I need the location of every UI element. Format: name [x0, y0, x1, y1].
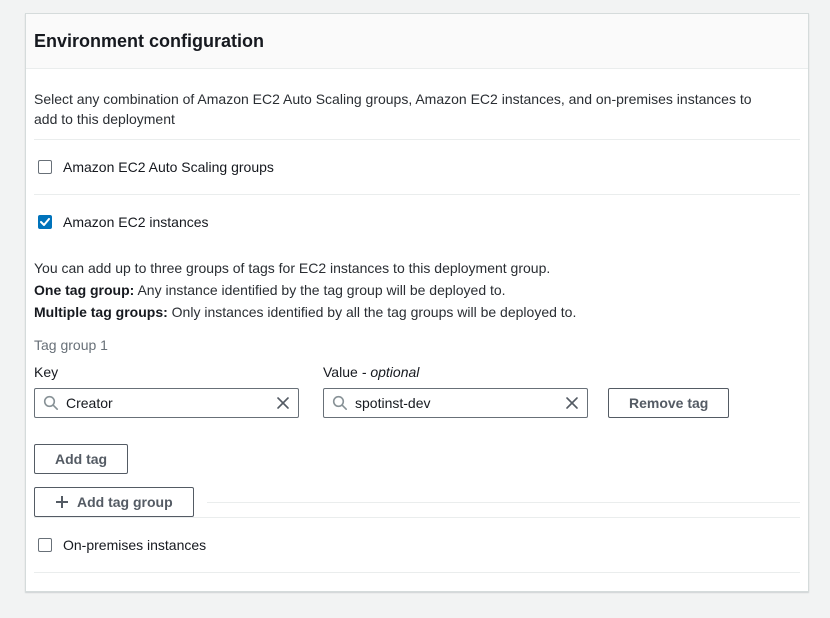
- panel-description: Select any combination of Amazon EC2 Aut…: [34, 89, 776, 129]
- asg-checkbox[interactable]: [38, 160, 52, 174]
- tag-key-input[interactable]: [66, 395, 269, 411]
- ec2-checkbox[interactable]: [38, 215, 52, 229]
- asg-checkbox-label[interactable]: Amazon EC2 Auto Scaling groups: [63, 157, 274, 177]
- clear-x-icon: [276, 396, 290, 410]
- tag-value-input-wrap: [323, 388, 588, 418]
- onprem-checkbox-row: On-premises instances: [38, 518, 800, 572]
- add-tag-group-row: Add tag group: [34, 487, 800, 517]
- tag-key-field: Key: [34, 364, 299, 418]
- ec2-tag-help-text: You can add up to three groups of tags f…: [34, 257, 800, 323]
- help-line-intro: You can add up to three groups of tags f…: [34, 257, 800, 279]
- tag-row: Key Value- optional: [34, 364, 800, 418]
- tag-key-clear-button[interactable]: [276, 396, 290, 410]
- help-line-multi-tag: Multiple tag groups: Only instances iden…: [34, 301, 800, 323]
- clear-x-icon: [565, 396, 579, 410]
- add-tag-button[interactable]: Add tag: [34, 444, 128, 474]
- tag-value-field: Value- optional: [323, 364, 588, 418]
- remove-tag-button[interactable]: Remove tag: [608, 388, 729, 418]
- divider: [34, 572, 800, 573]
- divider: [207, 502, 800, 503]
- tag-value-clear-button[interactable]: [565, 396, 579, 410]
- environment-configuration-panel: Environment configuration Select any com…: [25, 13, 809, 592]
- panel-header: Environment configuration: [26, 14, 808, 69]
- ec2-checkbox-label[interactable]: Amazon EC2 instances: [63, 212, 209, 232]
- tag-group-label: Tag group 1: [34, 336, 800, 354]
- ec2-checkbox-row: Amazon EC2 instances: [38, 195, 800, 249]
- panel-title: Environment configuration: [34, 30, 800, 52]
- check-icon: [40, 218, 50, 226]
- asg-checkbox-row: Amazon EC2 Auto Scaling groups: [38, 140, 800, 194]
- tag-value-label: Value- optional: [323, 364, 588, 380]
- panel-body: Select any combination of Amazon EC2 Aut…: [26, 89, 808, 591]
- plus-icon: [55, 495, 69, 509]
- tag-value-input[interactable]: [355, 395, 558, 411]
- search-icon: [332, 395, 348, 411]
- help-line-one-tag: One tag group: Any instance identified b…: [34, 279, 800, 301]
- add-tag-group-button[interactable]: Add tag group: [34, 487, 194, 517]
- tag-key-input-wrap: [34, 388, 299, 418]
- onprem-checkbox[interactable]: [38, 538, 52, 552]
- tag-key-label: Key: [34, 364, 299, 380]
- optional-suffix: - optional: [362, 364, 420, 380]
- onprem-checkbox-label[interactable]: On-premises instances: [63, 535, 206, 555]
- search-icon: [43, 395, 59, 411]
